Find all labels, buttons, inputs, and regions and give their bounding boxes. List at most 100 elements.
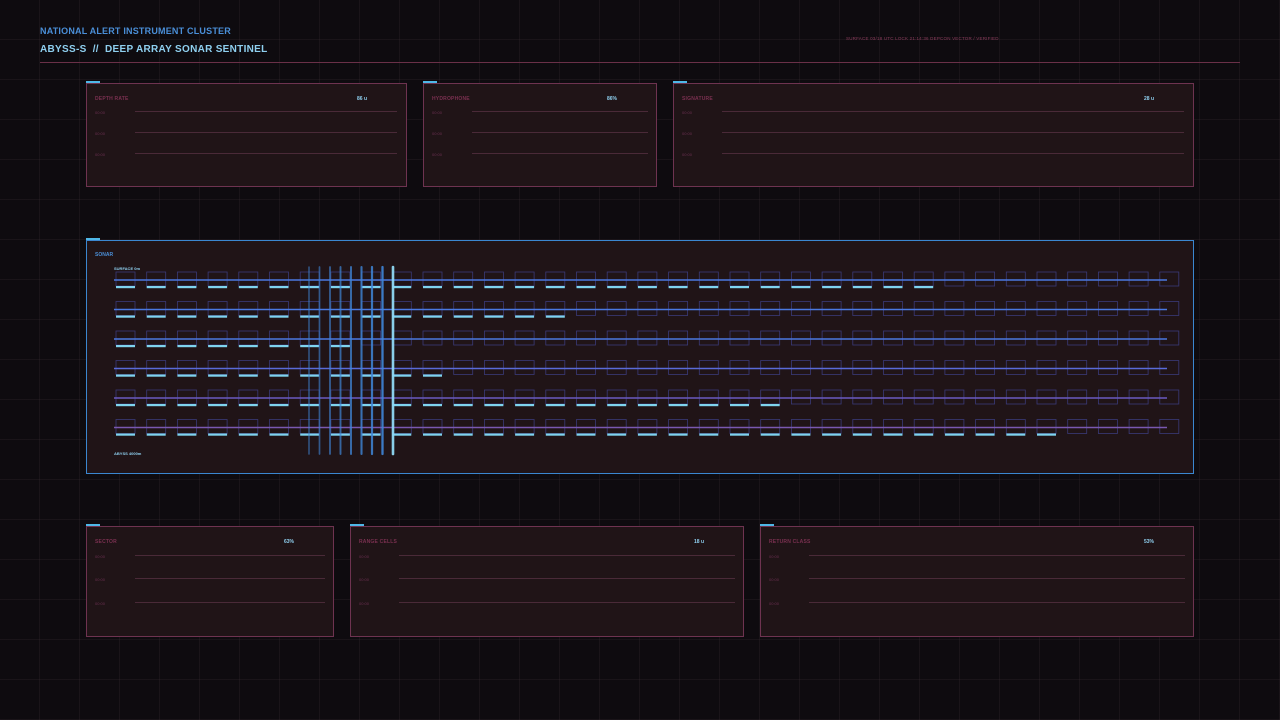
sonar-cell [975,360,995,375]
sonar-return-mark [146,286,166,289]
row-line [809,602,1185,603]
sonar-return-mark [576,433,596,436]
row-label: 00:00 [359,554,370,559]
sonar-return-mark [453,286,473,289]
sonar-cell [545,360,566,375]
panel-depth-rate: DEPTH RATE 86 u 00:00 00:00 00:00 [86,81,407,187]
sonar-cell [1159,330,1180,346]
sonar-return-mark [208,315,228,318]
sonar-cell [791,360,811,375]
sonar-cell [698,301,719,316]
sonar-cell [146,301,167,316]
row-line [472,132,648,133]
sonar-return-mark [914,433,934,436]
sonar-cell [146,419,167,434]
sonar-cell [729,330,750,346]
sonar-return-mark [177,315,197,318]
sonar-cell [852,330,873,346]
sonar-return-mark [269,404,289,407]
sonar-cell [238,419,259,434]
sonar-cell [606,301,627,316]
sonar-return-mark [453,315,473,318]
sonar-cell [975,389,995,405]
sonar-return-mark [852,433,872,436]
sonar-cell [146,360,167,375]
sonar-cell [852,389,873,405]
sonar-return-mark [146,404,166,407]
sonar-cell [422,389,443,405]
panel-value: 86% [607,96,618,102]
sonar-cell [483,419,504,434]
sonar-return-mark [515,286,535,289]
sonar-cell [146,330,167,346]
sonar-cell [791,419,811,434]
sonar-cell [852,419,873,434]
sonar-cell [115,360,136,375]
sonar-cell [729,419,750,434]
sonar-return-mark [423,404,442,407]
sonar-cell [791,271,811,287]
sonar-cell [1036,271,1057,287]
sonar-cell [821,301,842,316]
sonar-panel: SONAR SURFACE 0m ABYSS 4000m [86,238,1194,474]
sonar-return-mark [730,433,749,436]
sonar-cell [913,271,934,287]
sonar-cell [852,301,873,316]
sonar-cell [146,271,167,287]
sonar-cell [453,419,474,434]
sonar-cell [391,330,412,346]
sonar-cell [883,330,903,346]
sonar-cell [483,330,504,346]
sonar-cell [913,419,934,434]
sonar-cell [422,301,443,316]
sonar-cell [944,301,965,316]
sonar-cell [913,360,934,375]
sonar-return-mark [453,404,473,407]
sonar-cell [576,360,596,375]
panel-corner-accent [86,524,100,526]
sonar-return-mark [822,286,842,289]
sonar-cell [1036,360,1057,375]
panel-title: HYDROPHONE [432,96,470,102]
row-line [472,153,648,154]
panel-value: 53% [1144,539,1155,545]
sonar-return-mark [392,315,412,318]
sonar-return-mark [852,286,872,289]
sonar-cell [821,389,842,405]
row-label: 00:00 [95,554,106,559]
sonar-cell [1067,360,1088,375]
sonar-return-mark [822,433,842,436]
sonar-return-mark [791,433,811,436]
sonar-cell [514,330,535,346]
panel-corner-accent [673,81,687,83]
sonar-cell [422,330,443,346]
sonar-return-mark [515,433,535,436]
sonar-return-mark [637,433,657,436]
sonar-cell [698,330,719,346]
sonar-display [114,265,1180,456]
sonar-cell [698,360,719,375]
sonar-cell [821,271,842,287]
sonar-cell [207,330,228,346]
sonar-return-mark [208,345,228,348]
sonar-cell [1098,330,1118,346]
sonar-return-mark [760,433,780,436]
sonar-cell [883,271,903,287]
sonar-return-mark [177,374,197,377]
sonar-cell [606,330,627,346]
sonar-cell [913,330,934,346]
header-divider [40,62,1240,63]
sonar-cell [760,419,781,434]
sonar-cell [1159,301,1180,316]
sonar-cell [207,271,228,287]
sonar-cell [1098,389,1118,405]
sonar-cell [177,301,197,316]
sonar-cell [115,419,136,434]
sonar-cell [391,360,412,375]
panel-title: RETURN CLASS [769,539,811,545]
sonar-cell [576,419,596,434]
sonar-cell [913,389,934,405]
sonar-cell [207,389,228,405]
sonar-cell [177,271,197,287]
sonar-cell [1036,419,1057,434]
